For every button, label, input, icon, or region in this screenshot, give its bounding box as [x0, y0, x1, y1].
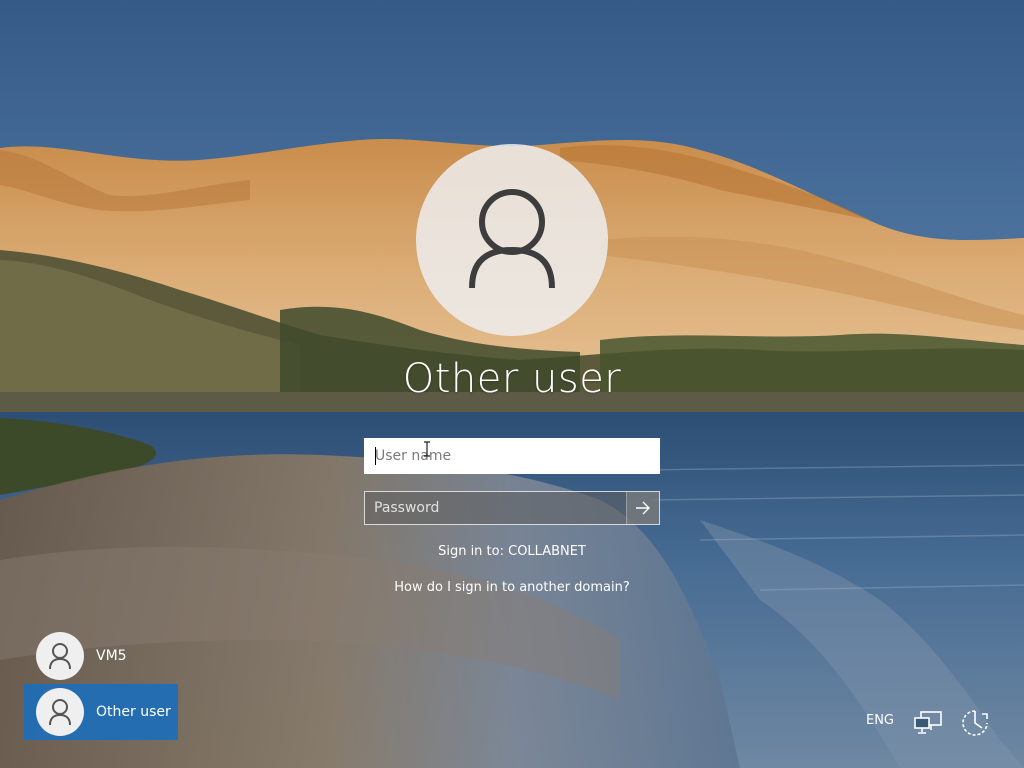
text-caret	[375, 447, 376, 465]
submit-arrow-button[interactable]	[626, 492, 659, 524]
sign-in-domain-label: Sign in to: COLLABNET	[438, 544, 586, 559]
other-domain-link[interactable]: How do I sign in to another domain?	[312, 580, 712, 595]
user-avatar-large	[416, 144, 608, 336]
arrow-right-icon	[636, 501, 650, 515]
username-input[interactable]	[364, 438, 660, 474]
ibeam-cursor-icon	[424, 441, 430, 457]
password-field-wrapper	[364, 491, 660, 525]
user-name-title: Other user	[402, 356, 622, 402]
password-input[interactable]	[365, 492, 627, 524]
user-icon	[469, 189, 555, 289]
user-tile-vm5[interactable]: VM5	[24, 628, 178, 684]
language-indicator[interactable]: ENG	[862, 713, 898, 728]
ease-of-access-button[interactable]	[958, 706, 992, 740]
avatar	[36, 632, 84, 680]
user-icon	[49, 699, 71, 726]
user-tile-label: Other user	[96, 704, 171, 720]
network-icon	[914, 711, 942, 734]
ease-of-access-icon	[962, 710, 988, 736]
avatar	[36, 688, 84, 736]
lock-screen: Other user Sign in to: COLLABNET How do …	[0, 0, 1024, 768]
user-icon	[49, 643, 71, 670]
user-tile-other-user[interactable]: Other user	[24, 684, 178, 740]
user-tile-label: VM5	[96, 648, 127, 664]
network-button[interactable]	[911, 706, 945, 740]
